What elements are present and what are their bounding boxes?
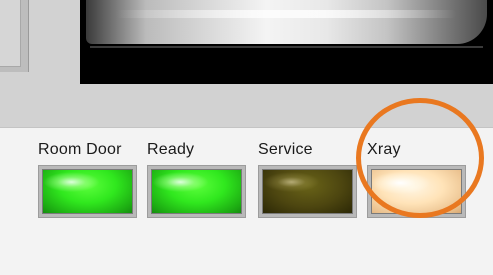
xray-image <box>86 0 487 44</box>
service-lamp <box>262 169 353 214</box>
ready-label: Ready <box>147 141 195 158</box>
xray-lamp-frame <box>367 165 466 218</box>
xray-image-highlight <box>116 10 456 18</box>
status-indicator-panel: Room Door Ready Service Xray <box>0 128 493 275</box>
xray-label: Xray <box>367 141 401 158</box>
image-viewer-rim <box>90 46 483 48</box>
image-viewer <box>80 0 493 84</box>
xray-lamp <box>371 169 462 214</box>
ready-lamp-frame <box>147 165 246 218</box>
room-door-label: Room Door <box>38 141 122 158</box>
left-panel-frame <box>0 0 29 72</box>
left-panel-inner <box>0 0 21 67</box>
room-door-lamp-frame <box>38 165 137 218</box>
service-label: Service <box>258 141 313 158</box>
service-lamp-frame <box>258 165 357 218</box>
room-door-lamp <box>42 169 133 214</box>
top-panel <box>0 0 493 128</box>
ready-lamp <box>151 169 242 214</box>
